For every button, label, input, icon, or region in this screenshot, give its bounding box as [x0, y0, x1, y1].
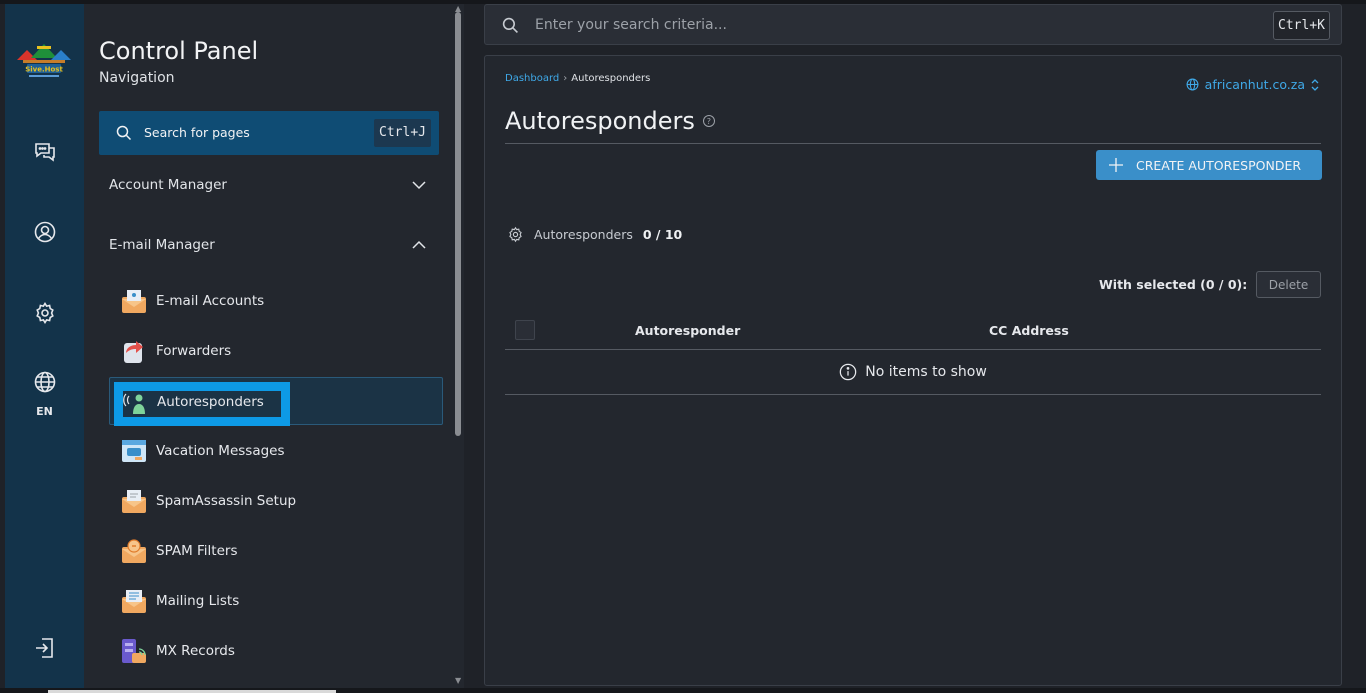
sidebar-item-email-accounts[interactable]: E-mail Accounts — [109, 277, 443, 325]
logout-icon[interactable] — [31, 634, 59, 662]
quota-label: Autoresponders — [534, 227, 633, 242]
sidebar-item-label: SPAM Filters — [156, 543, 238, 559]
sidebar-item-label: Vacation Messages — [156, 443, 285, 459]
sidebar-item-label: MX Records — [156, 643, 235, 659]
page-title: Autoresponders ? — [505, 107, 715, 135]
chevron-down-icon[interactable] — [412, 180, 426, 190]
main-panel: Dashboard › Autoresponders africanhut.co.z… — [484, 55, 1342, 686]
breadcrumb-current: Autoresponders — [571, 73, 651, 84]
help-icon[interactable]: ? — [702, 115, 715, 127]
gear-icon — [509, 226, 522, 243]
sidebar-item-label: Mailing Lists — [156, 593, 240, 609]
sidebar-subtitle: Navigation — [99, 70, 175, 86]
search-pages-shortcut: Ctrl+J — [374, 119, 431, 147]
svg-text:Sive.Host: Sive.Host — [25, 66, 63, 74]
user-icon[interactable] — [31, 218, 59, 246]
forwarders-icon — [124, 341, 143, 363]
sidebar-item-label: E-mail Accounts — [156, 293, 265, 309]
section-account-manager[interactable]: Account Manager — [109, 177, 227, 193]
breadcrumb: Dashboard › Autoresponders — [505, 73, 650, 84]
breadcrumb-separator: › — [563, 73, 568, 84]
search-pages-button[interactable]: Search for pages Ctrl+J — [99, 111, 439, 155]
sidebar: Control Panel Navigation Search for page… — [84, 4, 464, 688]
page-title-text: Autoresponders — [505, 107, 695, 135]
sidebar-scrollbar[interactable] — [455, 12, 461, 436]
sidebar-item-label: Forwarders — [156, 343, 232, 359]
create-autoresponder-label: CREATE AUTORESPONDER — [1136, 157, 1302, 173]
search-icon — [502, 17, 518, 33]
sidebar-item-spam-filters[interactable]: SPAM Filters — [109, 527, 443, 575]
sidebar-item-autoresponders[interactable]: Autoresponders — [109, 377, 443, 426]
with-selected-label: With selected (0 / 0): — [1099, 277, 1248, 292]
breadcrumb-dashboard[interactable]: Dashboard — [505, 73, 559, 84]
vacation-messages-icon — [122, 440, 146, 462]
mailing-lists-icon — [122, 590, 146, 613]
language-label[interactable]: EN — [5, 405, 84, 418]
spam-filters-icon — [122, 539, 146, 563]
autoresponders-icon — [123, 393, 145, 414]
global-search-shortcut: Ctrl+K — [1273, 11, 1330, 40]
sidebar-scroll-down[interactable]: ▼ — [455, 676, 461, 685]
select-all-checkbox[interactable] — [515, 320, 535, 340]
create-autoresponder-button[interactable]: CREATE AUTORESPONDER — [1096, 150, 1322, 180]
sidebar-item-spamassassin-setup[interactable]: SpamAssassin Setup — [109, 477, 443, 525]
sidebar-item-mx-records[interactable]: MX Records — [109, 627, 443, 675]
sidebar-item-forwarders[interactable]: Forwarders — [109, 327, 443, 375]
chevron-up-icon[interactable] — [412, 240, 426, 250]
sidebar-item-vacation-messages[interactable]: Vacation Messages — [109, 427, 443, 475]
autoresponder-quota: Autoresponders 0 / 10 — [507, 226, 682, 243]
search-icon — [116, 125, 132, 141]
globe-icon — [1186, 78, 1199, 91]
plus-icon — [1109, 158, 1123, 172]
window-bottom-strip — [0, 688, 1366, 693]
spamassassin-icon — [122, 490, 146, 513]
global-search: Ctrl+K — [484, 4, 1342, 45]
empty-state: No items to show — [505, 350, 1321, 395]
sidebar-item-label: Autoresponders — [157, 394, 264, 410]
column-cc-address[interactable]: CC Address — [989, 323, 1069, 338]
empty-state-text: No items to show — [865, 364, 987, 380]
globe-icon[interactable] — [31, 368, 59, 396]
sidebar-item-mailing-lists[interactable]: Mailing Lists — [109, 577, 443, 625]
column-autoresponder[interactable]: Autoresponder — [635, 323, 740, 338]
global-search-input[interactable] — [535, 14, 1235, 36]
updown-chevron-icon — [1311, 78, 1319, 91]
domain-selector[interactable]: africanhut.co.za — [1186, 77, 1319, 92]
sidebar-item-label: SpamAssassin Setup — [156, 493, 297, 509]
icon-rail: Sive.Host EN — [5, 4, 84, 688]
search-pages-label: Search for pages — [144, 125, 250, 140]
sivehost-logo: Sive.Host — [17, 44, 71, 77]
domain-name: africanhut.co.za — [1204, 77, 1305, 92]
table-header: Autoresponder CC Address — [505, 316, 1321, 350]
section-email-manager[interactable]: E-mail Manager — [109, 237, 215, 253]
divider — [505, 143, 1321, 144]
delete-button[interactable]: Delete — [1256, 271, 1321, 298]
email-accounts-icon — [122, 290, 146, 313]
info-icon — [839, 363, 857, 381]
chat-icon[interactable] — [31, 137, 59, 165]
quota-value: 0 / 10 — [642, 227, 683, 242]
sidebar-title: Control Panel — [99, 37, 259, 65]
mx-records-icon — [122, 639, 146, 663]
gear-icon[interactable] — [31, 299, 59, 327]
